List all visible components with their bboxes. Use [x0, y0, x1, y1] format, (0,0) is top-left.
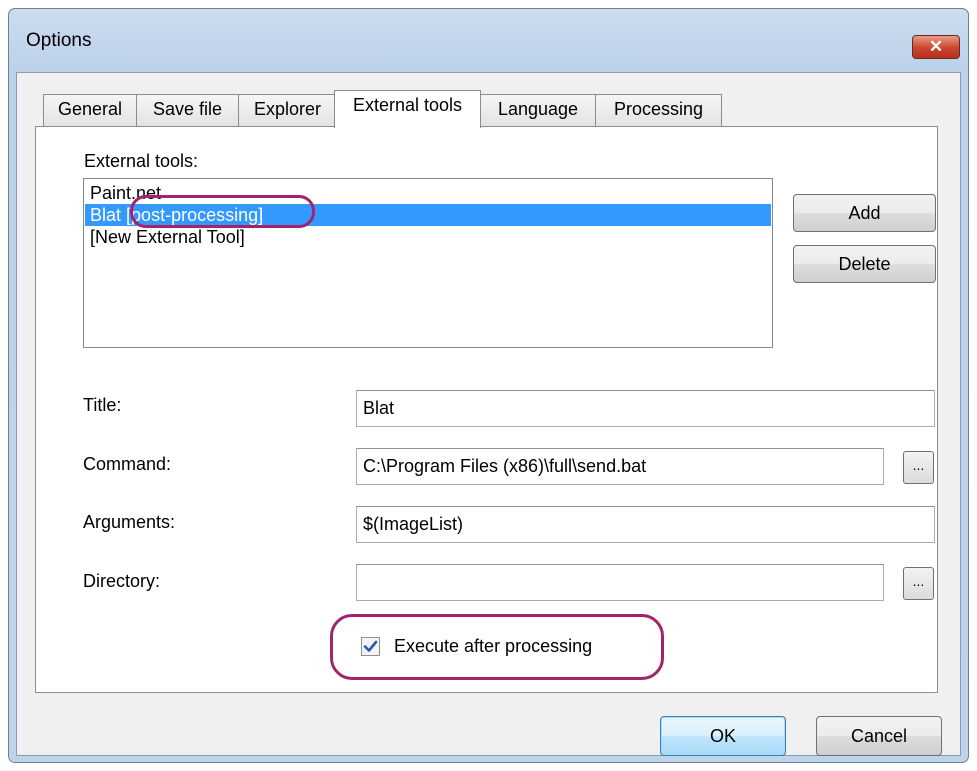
list-item[interactable]: Paint.net	[90, 182, 161, 204]
checkmark-icon	[363, 640, 378, 652]
external-tools-list[interactable]: Paint.net Blat [post-processing] [New Ex…	[83, 178, 773, 348]
command-field[interactable]: C:\Program Files (x86)\full\send.bat	[356, 448, 884, 485]
list-item-name: Blat	[90, 205, 122, 225]
arguments-field[interactable]: $(ImageList)	[356, 506, 935, 543]
close-icon: ✕	[928, 37, 944, 56]
add-button[interactable]: Add	[793, 194, 936, 232]
list-item-selected[interactable]: Blat [post-processing]	[85, 204, 771, 226]
tab-external-tools[interactable]: External tools	[334, 90, 481, 128]
tab-save-file[interactable]: Save file	[136, 94, 239, 126]
cancel-button[interactable]: Cancel	[816, 716, 942, 756]
tab-general[interactable]: General	[43, 94, 137, 126]
execute-after-label[interactable]: Execute after processing	[394, 636, 592, 657]
external-tools-label: External tools:	[84, 151, 199, 171]
command-label: Command:	[83, 454, 172, 474]
directory-label: Directory:	[83, 571, 161, 591]
external-tools-panel: External tools: Paint.net Blat [post-pro…	[35, 126, 938, 693]
arguments-label: Arguments:	[83, 512, 176, 532]
window-title: Options	[26, 30, 92, 51]
dialog-client-area: General Save file Explorer External tool…	[16, 72, 961, 756]
delete-button[interactable]: Delete	[793, 245, 936, 283]
directory-browse-button[interactable]: ...	[903, 567, 934, 600]
ok-button[interactable]: OK	[660, 716, 786, 756]
execute-after-checkbox[interactable]	[361, 637, 380, 656]
command-browse-button[interactable]: ...	[903, 451, 934, 484]
close-button[interactable]: ✕	[912, 35, 960, 59]
options-dialog: Options ✕ General Save file Explorer Ext…	[8, 8, 969, 763]
title-field[interactable]: Blat	[356, 390, 935, 427]
tab-explorer[interactable]: Explorer	[238, 94, 337, 126]
title-label: Title:	[83, 395, 122, 415]
tab-language[interactable]: Language	[480, 94, 596, 126]
list-item[interactable]: [New External Tool]	[90, 226, 245, 248]
list-item-tag: [post-processing]	[126, 205, 264, 225]
tab-processing[interactable]: Processing	[595, 94, 722, 126]
directory-field[interactable]	[356, 564, 884, 601]
